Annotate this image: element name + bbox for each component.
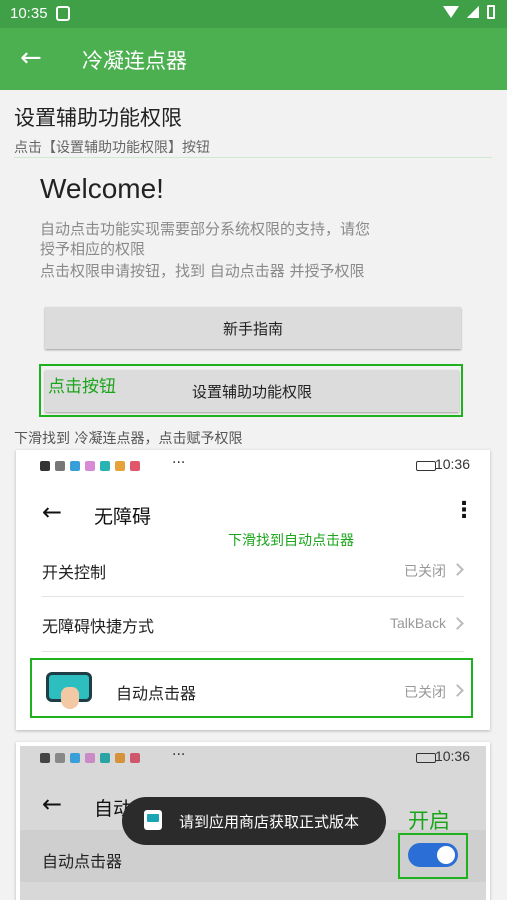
- notification-icon: [40, 461, 50, 471]
- battery-icon: [416, 753, 436, 763]
- annotation-scroll-find: 下滑找到自动点击器: [228, 533, 354, 549]
- wifi-icon: [443, 6, 459, 18]
- annotation-click-button: 点击按钮: [48, 377, 116, 397]
- status-time: 10:35: [10, 5, 48, 22]
- highlight-box: [398, 833, 468, 879]
- annotation-enable: 开启: [408, 809, 450, 833]
- battery-icon: [487, 5, 495, 19]
- back-arrow-icon[interactable]: ←: [20, 43, 42, 73]
- app-icon: [70, 753, 80, 763]
- signal-icon: [467, 6, 479, 18]
- app-icon: [115, 461, 125, 471]
- wifi-icon: [55, 753, 65, 763]
- row-label-shortcut: 无障碍快捷方式: [42, 617, 155, 636]
- divider: [42, 596, 464, 597]
- row-label-switch-control: 开关控制: [42, 563, 107, 582]
- guide-button[interactable]: 新手指南: [45, 307, 461, 349]
- notification-icon: [40, 753, 50, 763]
- app-icon: [85, 461, 95, 471]
- app-icon: [130, 753, 140, 763]
- overflow-menu-icon: ⋮: [453, 498, 475, 523]
- mini-status-bar: ··· 10:36: [20, 746, 486, 770]
- welcome-desc-line: 点击权限申请按钮，找到 自动点击器 并授予权限: [40, 262, 365, 280]
- toast-message: 请到应用商店获取正式版本: [122, 797, 386, 845]
- status-bar: 10:35: [0, 0, 507, 28]
- highlight-box: [30, 658, 473, 718]
- row-value-switch-control: 已关闭: [404, 563, 446, 579]
- mini-status-bar: ··· 10:36: [20, 454, 486, 478]
- app-icon: [100, 461, 110, 471]
- section-subtitle: 点击【设置辅助功能权限】按钮: [14, 140, 210, 156]
- mini-time: 10:36: [434, 456, 470, 472]
- wifi-icon: [55, 461, 65, 471]
- back-arrow-icon: ←: [42, 498, 63, 526]
- divider: [14, 157, 492, 158]
- mini-status-icons: [40, 753, 140, 763]
- chevron-right-icon: [451, 617, 464, 630]
- app-icon: [100, 753, 110, 763]
- scroll-hint: 下滑找到 冷凝连点器，点击赋予权限: [14, 431, 243, 447]
- welcome-heading: Welcome!: [40, 173, 164, 204]
- app-icon: [115, 753, 125, 763]
- row-label-auto-clicker: 自动点击器: [42, 852, 123, 871]
- app-icon: [144, 810, 162, 830]
- more-notifications: ···: [172, 747, 186, 763]
- section-title: 设置辅助功能权限: [14, 106, 182, 130]
- app-icon: [130, 461, 140, 471]
- toast-text: 请到应用商店获取正式版本: [179, 813, 360, 831]
- chevron-right-icon: [451, 563, 464, 576]
- app-bar: ← 冷凝连点器: [0, 28, 507, 90]
- mini-status-icons: [40, 461, 140, 471]
- notification-app-icon: [56, 6, 70, 21]
- app-icon: [70, 461, 80, 471]
- divider: [42, 651, 464, 652]
- status-icons: [443, 5, 495, 19]
- app-title: 冷凝连点器: [82, 49, 187, 73]
- mini-time: 10:36: [434, 748, 470, 764]
- back-arrow-icon: ←: [42, 790, 63, 818]
- more-notifications: ···: [172, 455, 186, 471]
- accessibility-page-title: 无障碍: [94, 506, 152, 528]
- welcome-desc-line: 自动点击功能实现需要部分系统权限的支持，请您: [40, 220, 371, 238]
- row-value-shortcut: TalkBack: [389, 615, 446, 631]
- app-icon: [85, 753, 95, 763]
- battery-icon: [416, 461, 436, 471]
- welcome-desc-line: 授予相应的权限: [40, 240, 146, 258]
